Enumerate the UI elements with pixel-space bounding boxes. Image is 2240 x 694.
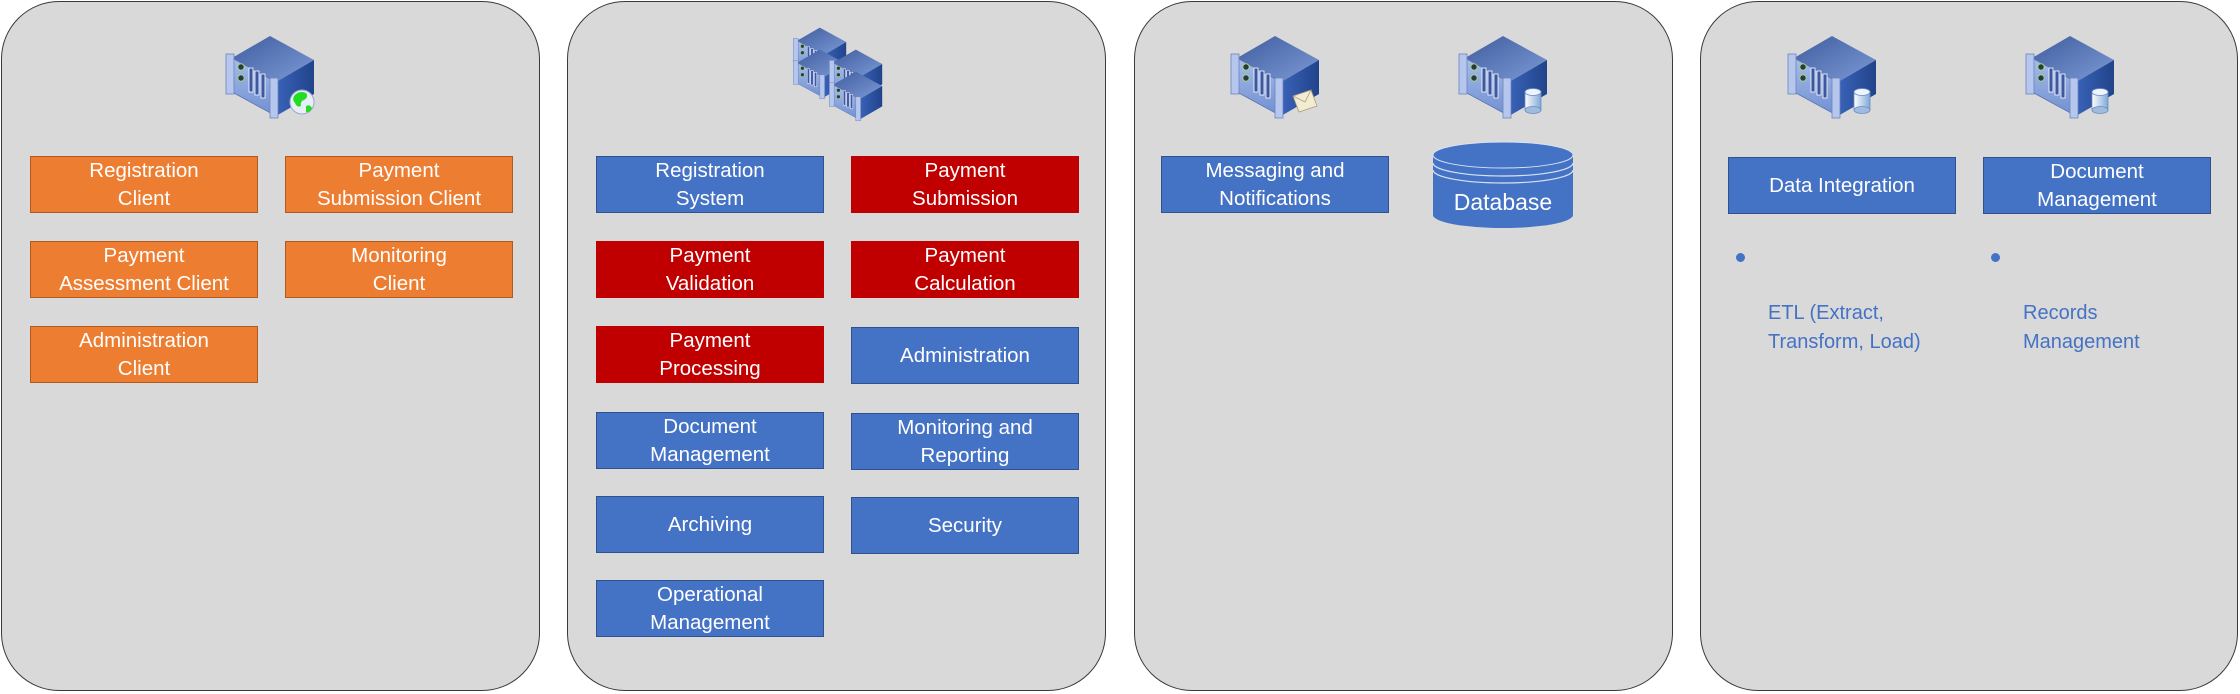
monitoring-client-box[interactable]: Monitoring Client [285, 241, 513, 298]
database-label: Database [1453, 189, 1553, 215]
web-server-icon [222, 30, 322, 120]
administration-box[interactable]: Administration [851, 327, 1079, 384]
registration-system-box[interactable]: Registration System [596, 156, 824, 213]
bullet-icon [1991, 253, 2000, 262]
payment-validation-box[interactable]: Payment Validation [596, 241, 824, 298]
client-tier-panel: Registration Client Payment Submission C… [1, 1, 540, 691]
data-integration-box[interactable]: Data Integration [1728, 157, 1956, 214]
database-cylinder[interactable]: Database [1432, 141, 1574, 229]
registration-client-box[interactable]: Registration Client [30, 156, 258, 213]
database-server-icon [1455, 30, 1555, 120]
document-management-box[interactable]: Document Management [596, 412, 824, 469]
payment-processing-box[interactable]: Payment Processing [596, 326, 824, 383]
application-tier-panel: Registration System Payment Submission P… [567, 1, 1106, 691]
server-cluster-icon [791, 24, 901, 124]
payment-calculation-box[interactable]: Payment Calculation [851, 241, 1079, 298]
bullet-icon [1736, 253, 1745, 262]
document-management-box[interactable]: Document Management [1983, 157, 2211, 214]
integration-tier-panel: Data Integration Document Management ETL… [1700, 1, 2238, 691]
etl-bullet-item: ETL (Extract, Transform, Load) [1726, 242, 1921, 356]
payment-assessment-client-box[interactable]: Payment Assessment Client [30, 241, 258, 298]
payment-submission-client-box[interactable]: Payment Submission Client [285, 156, 513, 213]
etl-bullet-text: ETL (Extract, Transform, Load) [1768, 302, 1921, 353]
messaging-data-tier-panel: Messaging and Notifications Database [1134, 1, 1673, 691]
operational-management-box[interactable]: Operational Management [596, 580, 824, 637]
messaging-notifications-box[interactable]: Messaging and Notifications [1161, 156, 1389, 213]
records-management-bullet-text: Records Management [2023, 302, 2140, 353]
database-server-icon [1784, 30, 1884, 120]
administration-client-box[interactable]: Administration Client [30, 326, 258, 383]
payment-submission-box[interactable]: Payment Submission [851, 156, 1079, 213]
records-management-bullet-item: Records Management [1981, 242, 2140, 356]
security-box[interactable]: Security [851, 497, 1079, 554]
archiving-box[interactable]: Archiving [596, 496, 824, 553]
mail-server-icon [1227, 30, 1327, 120]
database-server-icon [2022, 30, 2122, 120]
monitoring-reporting-box[interactable]: Monitoring and Reporting [851, 413, 1079, 470]
